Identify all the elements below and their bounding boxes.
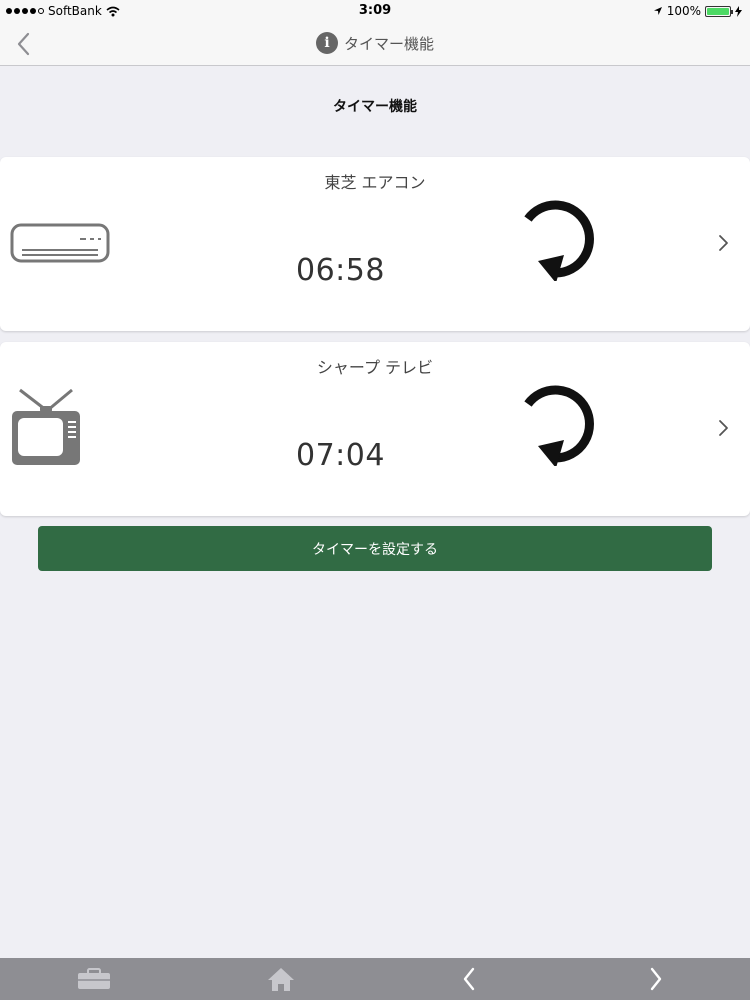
home-icon bbox=[268, 968, 295, 991]
repeat-icon bbox=[524, 200, 594, 281]
chevron-left-icon bbox=[463, 967, 474, 991]
device-name: シャープ テレビ bbox=[316, 358, 434, 377]
status-time: 3:09 bbox=[358, 3, 392, 18]
next-button[interactable] bbox=[563, 958, 750, 1000]
battery-percent: 100% bbox=[666, 4, 701, 18]
prev-button[interactable] bbox=[375, 958, 563, 1000]
toolbox-button[interactable] bbox=[0, 958, 188, 1000]
chevron-right-icon bbox=[651, 967, 662, 991]
status-bar: SoftBank 3:09 100% bbox=[0, 0, 750, 22]
repeat-icon bbox=[524, 385, 594, 466]
screen: SoftBank 3:09 100% i タイマー機能 タイマー機能 東芝 エア… bbox=[0, 0, 750, 1000]
toolbox-icon bbox=[77, 968, 110, 989]
timer-time: 07:04 bbox=[296, 438, 385, 473]
device-name: 東芝 エアコン bbox=[324, 173, 426, 192]
info-icon: i bbox=[315, 32, 338, 54]
device-card-tv[interactable]: シャープ テレビ 07:04 bbox=[0, 342, 750, 516]
timer-time: 06:58 bbox=[296, 253, 385, 288]
air-conditioner-icon bbox=[10, 223, 110, 263]
status-right: 100% bbox=[653, 4, 742, 18]
location-arrow-icon bbox=[653, 7, 662, 15]
charging-bolt-icon bbox=[735, 5, 742, 17]
nav-bar: i タイマー機能 bbox=[0, 22, 750, 66]
tv-icon bbox=[12, 388, 80, 465]
bottom-toolbar bbox=[0, 958, 750, 1000]
battery-icon bbox=[705, 5, 733, 17]
set-timer-button[interactable]: タイマーを設定する bbox=[38, 526, 712, 571]
chevron-right-icon bbox=[719, 420, 728, 436]
nav-title: i タイマー機能 bbox=[0, 32, 750, 54]
device-card-aircon[interactable]: 東芝 エアコン 06:58 bbox=[0, 157, 750, 331]
chevron-right-icon bbox=[719, 235, 728, 251]
home-button[interactable] bbox=[188, 958, 376, 1000]
section-title: タイマー機能 bbox=[333, 99, 417, 115]
battery-fill bbox=[707, 7, 729, 15]
nav-title-text: タイマー機能 bbox=[343, 34, 434, 53]
